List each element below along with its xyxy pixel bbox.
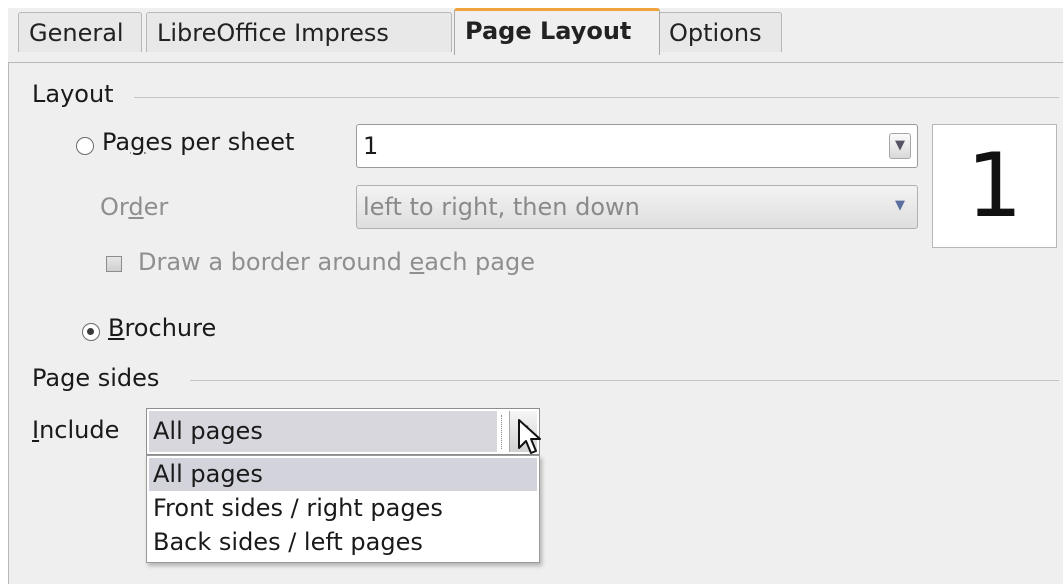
include-dropdown-list: All pages Front sides / right pages Back… [146, 455, 540, 563]
radio-selected-dot [87, 328, 94, 335]
dropdown-option-front-sides[interactable]: Front sides / right pages [149, 492, 537, 525]
include-value: All pages [149, 411, 497, 452]
tab-general-label: General [29, 19, 124, 47]
pages-per-sheet-label[interactable]: Pages per sheet [102, 128, 294, 156]
chevron-down-icon: ▼ [895, 198, 905, 213]
include-label: Include [32, 416, 120, 444]
preview-number: 1 [966, 134, 1023, 237]
dropdown-option-all-pages[interactable]: All pages [149, 458, 537, 491]
tab-libreoffice-impress[interactable]: LibreOffice Impress [146, 12, 452, 52]
tab-libreoffice-impress-label: LibreOffice Impress [157, 19, 389, 47]
pages-per-sheet-combo[interactable]: 1 ▼ [356, 124, 918, 168]
tab-options[interactable]: Options [658, 12, 782, 52]
chevron-down-icon[interactable]: ▼ [889, 133, 911, 159]
mouse-pointer-icon [518, 419, 541, 454]
order-value: left to right, then down [363, 193, 640, 221]
tab-general[interactable]: General [18, 12, 142, 52]
pages-per-sheet-radio[interactable] [76, 137, 94, 155]
order-label: Order [100, 193, 169, 221]
brochure-radio[interactable] [82, 323, 100, 341]
order-combo[interactable]: left to right, then down ▼ [356, 185, 918, 229]
tab-page-layout[interactable]: Page Layout [454, 8, 660, 55]
pages-per-sheet-value: 1 [363, 132, 379, 160]
layout-section-title: Layout [32, 80, 114, 108]
page-sides-section-rule [190, 380, 1059, 381]
dropdown-option-back-sides[interactable]: Back sides / left pages [149, 526, 537, 559]
layout-section-rule [134, 97, 1059, 98]
include-combo[interactable]: All pages ▼ [146, 408, 540, 455]
draw-border-checkbox[interactable] [106, 256, 122, 272]
tab-page-layout-label: Page Layout [465, 17, 632, 45]
tab-options-label: Options [669, 19, 762, 47]
draw-border-label: Draw a border around each page [138, 248, 535, 276]
combo-separator [501, 415, 503, 449]
pages-per-sheet-preview: 1 [932, 124, 1057, 248]
brochure-label[interactable]: Brochure [108, 314, 216, 342]
page-sides-section-title: Page sides [32, 364, 160, 392]
